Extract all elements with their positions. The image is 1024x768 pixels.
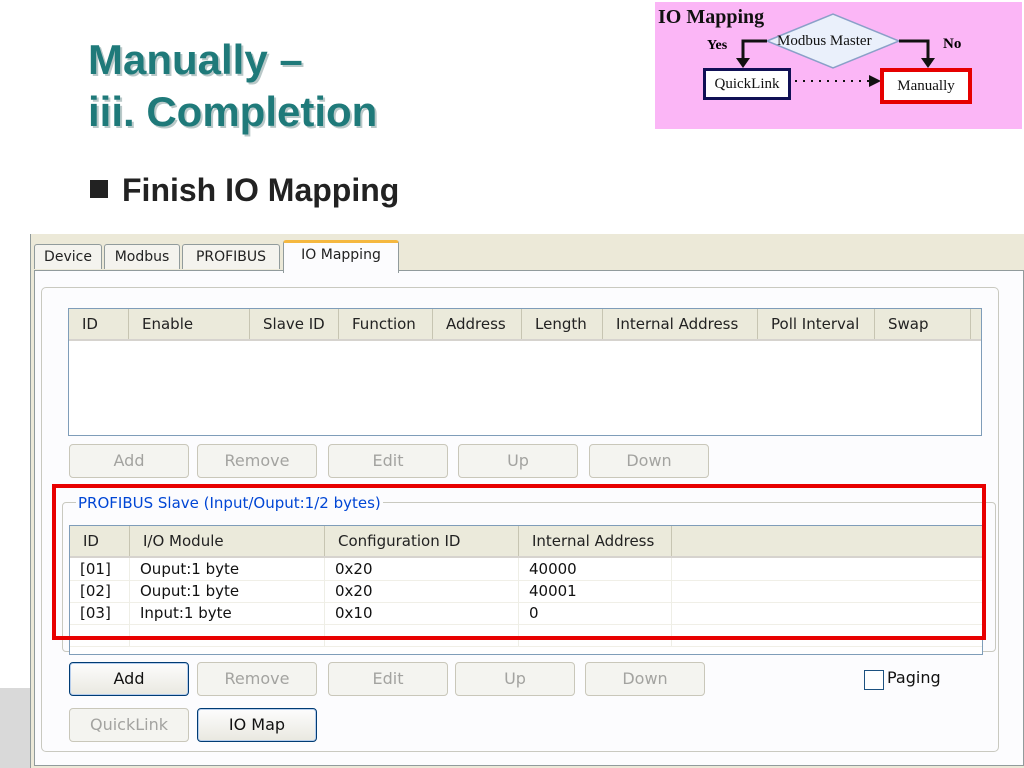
modbus-table-header: ID Enable Slave ID Function Address Leng… <box>69 309 981 341</box>
io-mapping-area: ID Enable Slave ID Function Address Leng… <box>41 287 999 752</box>
row-id: [01] <box>70 558 130 580</box>
row-id: [02] <box>70 580 130 602</box>
row-configuration-id: 0x20 <box>325 580 519 602</box>
col-address[interactable]: Address <box>433 309 522 339</box>
up-mapping-button[interactable]: Up <box>458 444 578 478</box>
io-mapping-flow-diagram: IO Mapping Modbus Master Yes No QuickLin… <box>655 2 1022 129</box>
row-io-module: Ouput:1 byte <box>130 580 325 602</box>
paging-label: Paging <box>887 668 941 687</box>
col-configuration-id[interactable]: Configuration ID <box>325 526 519 556</box>
config-dialog: Device Modbus PROFIBUS IO Mapping ID Ena… <box>30 234 1024 768</box>
table-row[interactable]: [03] Input:1 byte 0x10 0 <box>70 602 982 625</box>
profibus-slave-group: ID I/O Module Configuration ID Internal … <box>62 502 996 655</box>
col-function[interactable]: Function <box>339 309 433 339</box>
col-internal-address[interactable]: Internal Address <box>603 309 758 339</box>
slide-title: Manually – iii. Completion <box>88 34 377 138</box>
down-slot-button[interactable]: Down <box>585 662 705 696</box>
edit-mapping-button[interactable]: Edit <box>328 444 448 478</box>
yes-label: Yes <box>707 38 728 53</box>
down-mapping-button[interactable]: Down <box>589 444 709 478</box>
decision-label: Modbus Master <box>777 33 872 49</box>
table-row[interactable]: [01] Ouput:1 byte 0x20 40000 <box>70 558 982 581</box>
profibus-slave-group-label: PROFIBUS Slave (Input/Ouput:1/2 bytes) <box>76 494 383 512</box>
title-line-1: Manually – <box>88 36 303 83</box>
remove-mapping-button[interactable]: Remove <box>197 444 317 478</box>
table-row-empty[interactable] <box>70 624 982 647</box>
add-mapping-button[interactable]: Add <box>69 444 189 478</box>
yes-arrowhead <box>736 58 750 68</box>
tab-io-mapping[interactable]: IO Mapping <box>283 240 399 273</box>
no-arrowhead <box>921 58 935 68</box>
row-internal-address <box>519 624 672 646</box>
yes-arrow <box>741 39 767 60</box>
add-slot-button[interactable]: Add <box>69 662 189 696</box>
tab-profibus[interactable]: PROFIBUS <box>182 244 280 269</box>
row-io-module: Ouput:1 byte <box>130 558 325 580</box>
profibus-table-header: ID I/O Module Configuration ID Internal … <box>70 526 982 558</box>
manually-box: Manually <box>880 68 972 104</box>
modbus-mapping-table[interactable]: ID Enable Slave ID Function Address Leng… <box>68 308 982 436</box>
edit-slot-button[interactable]: Edit <box>328 662 448 696</box>
title-line-2: iii. Completion <box>88 88 378 135</box>
no-arrow <box>899 39 930 60</box>
remove-slot-button[interactable]: Remove <box>197 662 317 696</box>
flow-title: IO Mapping <box>658 6 765 28</box>
row-configuration-id <box>325 624 519 646</box>
row-configuration-id: 0x10 <box>325 602 519 624</box>
col-profibus-internal-address[interactable]: Internal Address <box>519 526 672 556</box>
tab-panel: ID Enable Slave ID Function Address Leng… <box>34 270 1024 766</box>
up-slot-button[interactable]: Up <box>455 662 575 696</box>
table-row[interactable]: [02] Ouput:1 byte 0x20 40001 <box>70 580 982 603</box>
quicklink-box: QuickLink <box>703 68 791 100</box>
bullet-text: Finish IO Mapping <box>122 172 400 208</box>
paging-checkbox[interactable] <box>864 670 884 690</box>
col-swap[interactable]: Swap <box>875 309 971 339</box>
row-configuration-id: 0x20 <box>325 558 519 580</box>
tab-device[interactable]: Device <box>34 244 102 269</box>
no-label: No <box>943 36 962 52</box>
col-io-module[interactable]: I/O Module <box>130 526 325 556</box>
col-slot-id[interactable]: ID <box>70 526 130 556</box>
row-io-module: Input:1 byte <box>130 602 325 624</box>
col-id[interactable]: ID <box>69 309 129 339</box>
col-length[interactable]: Length <box>522 309 603 339</box>
profibus-slave-table[interactable]: ID I/O Module Configuration ID Internal … <box>69 525 983 655</box>
tab-modbus[interactable]: Modbus <box>104 244 180 269</box>
square-bullet-icon <box>90 180 108 198</box>
row-id <box>70 624 130 646</box>
io-map-button[interactable]: IO Map <box>197 708 317 742</box>
col-poll-interval[interactable]: Poll Interval <box>758 309 875 339</box>
row-io-module <box>130 624 325 646</box>
row-internal-address: 0 <box>519 602 672 624</box>
row-internal-address: 40001 <box>519 580 672 602</box>
row-internal-address: 40000 <box>519 558 672 580</box>
bullet-point: Finish IO Mapping <box>90 172 399 209</box>
col-enable[interactable]: Enable <box>129 309 250 339</box>
slide-decoration <box>0 688 30 768</box>
quicklink-button[interactable]: QuickLink <box>69 708 189 742</box>
row-id: [03] <box>70 602 130 624</box>
col-slave-id[interactable]: Slave ID <box>250 309 339 339</box>
